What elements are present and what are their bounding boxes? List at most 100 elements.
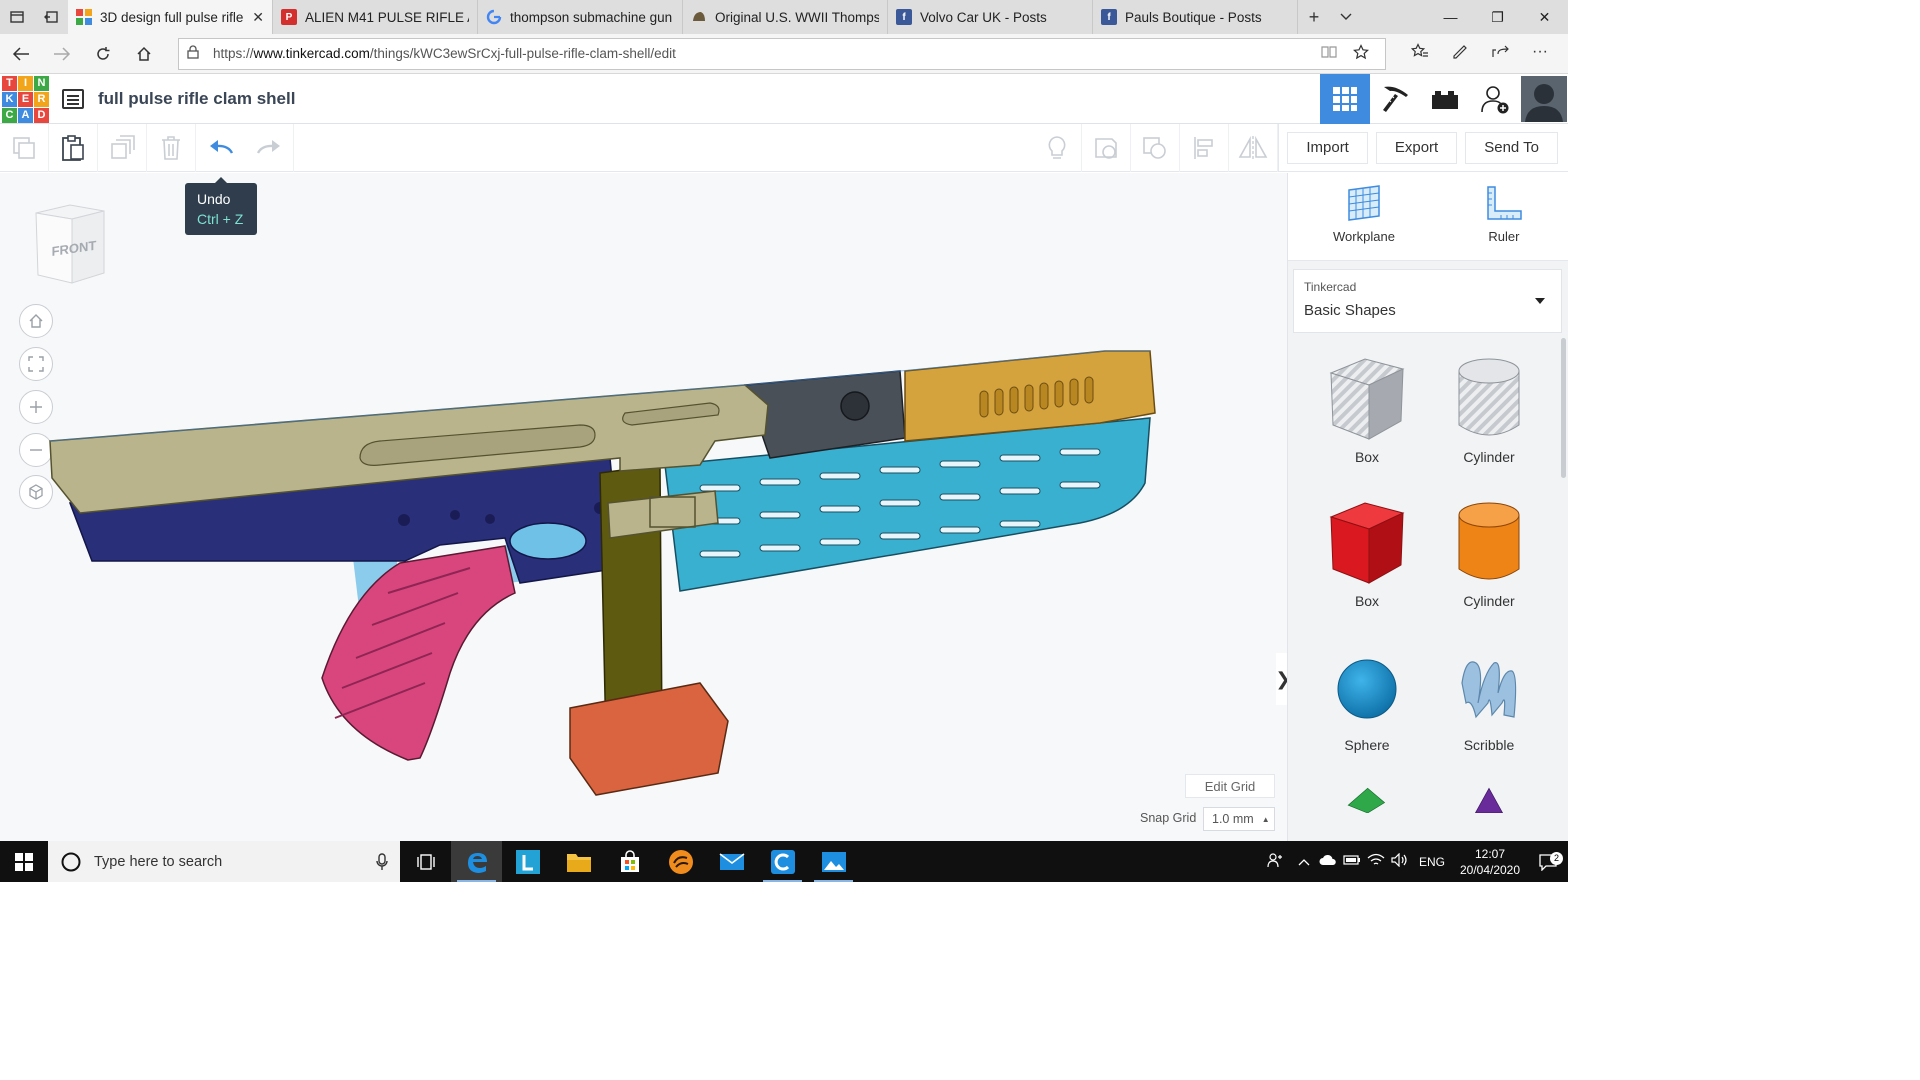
edit-grid-button[interactable]: Edit Grid [1185, 774, 1275, 798]
align-button[interactable] [1180, 123, 1230, 172]
favorites-icon[interactable] [1400, 43, 1440, 64]
share-icon[interactable] [1480, 43, 1520, 64]
lock-icon[interactable] [187, 45, 207, 62]
paste-button[interactable] [49, 123, 98, 172]
taskbar-edge[interactable] [451, 841, 502, 882]
home-icon[interactable] [123, 34, 164, 74]
bricks-button[interactable] [1420, 74, 1470, 124]
group-button[interactable] [1082, 123, 1132, 172]
trigger-guard-opening [509, 522, 587, 560]
mail-icon [719, 852, 744, 870]
import-button[interactable]: Import [1287, 131, 1368, 164]
taskbar-app-l[interactable] [502, 841, 553, 882]
edit-toolbar: Import Export Send To [0, 123, 1568, 172]
panel-scrollbar[interactable] [1561, 338, 1566, 478]
taskbar-store[interactable] [604, 841, 655, 882]
delete-button[interactable] [147, 123, 196, 172]
shape-box-hole[interactable]: Box [1306, 347, 1428, 491]
back-icon[interactable] [0, 34, 41, 74]
panel-tools: Workplane Ruler [1288, 173, 1568, 261]
refresh-icon[interactable] [82, 34, 123, 74]
send-to-button[interactable]: Send To [1465, 131, 1558, 164]
scribble-icon [1461, 661, 1517, 719]
url-field[interactable]: https://www.tinkercad.com/things/kWC3ewS… [178, 37, 1386, 70]
tab-volvo-facebook[interactable]: f Volvo Car UK - Posts [888, 0, 1093, 34]
taskbar-cura[interactable] [757, 841, 808, 882]
wifi-icon[interactable] [1364, 853, 1388, 870]
shape-roof[interactable] [1306, 779, 1428, 819]
snap-grid-select[interactable]: 1.0 mm ▲ [1203, 807, 1275, 831]
taskbar-search-box[interactable]: Type here to search [48, 841, 400, 882]
magazine-base-part[interactable] [569, 682, 729, 796]
shape-cylinder-hole[interactable]: Cylinder [1428, 347, 1550, 491]
volume-icon[interactable] [1388, 852, 1412, 870]
export-button[interactable]: Export [1375, 131, 1458, 164]
close-tab-icon[interactable]: ✕ [252, 9, 264, 26]
tinkercad-logo[interactable]: T I N K E R C A D [2, 75, 49, 123]
tab-set-aside-icon[interactable] [0, 0, 34, 34]
reading-view-icon[interactable] [1313, 45, 1345, 62]
group-icon [1095, 137, 1118, 159]
tab-google-search[interactable]: thompson submachine gun [478, 0, 683, 34]
collapse-panel-button[interactable]: ❯ [1275, 653, 1287, 705]
pen-notes-icon[interactable] [1440, 43, 1480, 64]
shape-scribble[interactable]: Scribble [1428, 635, 1550, 779]
invite-user-button[interactable] [1470, 74, 1520, 124]
close-window-icon[interactable]: ✕ [1521, 0, 1568, 34]
chevron-down-icon [1535, 298, 1545, 304]
google-favicon-icon [486, 9, 502, 25]
tabs-back-icon[interactable] [34, 0, 68, 34]
notes-button[interactable] [1033, 123, 1083, 172]
taskbar-app-orange[interactable] [655, 841, 706, 882]
blocks-button[interactable] [1370, 74, 1420, 124]
more-icon[interactable]: ··· [1520, 43, 1560, 64]
cloud-icon[interactable] [1316, 854, 1340, 869]
people-icon[interactable] [1258, 852, 1292, 871]
chevron-up-icon[interactable] [1292, 854, 1316, 869]
redo-button[interactable] [245, 123, 294, 172]
mirror-button[interactable] [1229, 123, 1279, 172]
maximize-icon[interactable]: ❐ [1474, 0, 1521, 34]
design-list-icon[interactable] [62, 88, 84, 109]
taskbar-file-explorer[interactable] [553, 841, 604, 882]
tab-pauls-boutique[interactable]: f Pauls Boutique - Posts [1093, 0, 1298, 34]
system-clock[interactable]: 12:07 20/04/2020 [1452, 846, 1528, 878]
battery-icon[interactable] [1340, 854, 1364, 869]
ruler-tool[interactable]: Ruler [1485, 185, 1523, 260]
workplane-tool[interactable]: Workplane [1333, 185, 1395, 260]
action-center-button[interactable]: 2 [1528, 851, 1568, 871]
undo-button[interactable] [196, 124, 245, 172]
3d-view-button[interactable] [1320, 73, 1370, 124]
forward-icon[interactable] [41, 34, 82, 74]
avatar[interactable] [1520, 74, 1568, 124]
duplicate-button[interactable] [98, 123, 147, 172]
input-language[interactable]: ENG [1412, 855, 1452, 869]
tinkercad-favicon-icon [76, 9, 92, 25]
shape-pyramid[interactable] [1428, 779, 1550, 819]
tab-thompson[interactable]: Original U.S. WWII Thompso [683, 0, 888, 34]
new-tab-icon[interactable]: + [1298, 0, 1330, 34]
shape-cylinder[interactable]: Cylinder [1428, 491, 1550, 635]
microphone-icon[interactable] [376, 852, 388, 871]
task-view-button[interactable] [400, 841, 451, 882]
pulse-rifle-model[interactable] [0, 173, 1287, 841]
folder-icon [566, 853, 591, 872]
shape-library-select[interactable]: Tinkercad Basic Shapes [1293, 269, 1562, 333]
tab-alien-pdf[interactable]: P ALIEN M41 PULSE RIFLE AS [273, 0, 478, 34]
app-header: T I N K E R C A D full pulse rifle clam … [0, 73, 1568, 124]
tab-tinkercad[interactable]: 3D design full pulse rifle ✕ [68, 0, 273, 34]
taskbar-photos[interactable] [808, 841, 859, 882]
ungroup-button[interactable] [1131, 123, 1181, 172]
start-button[interactable] [0, 841, 48, 882]
taskbar-mail[interactable] [706, 841, 757, 882]
3d-workplane-viewport[interactable]: FRONT Edit Grid Snap Grid 1.0 mm ▲ [0, 173, 1287, 841]
shape-box[interactable]: Box [1306, 491, 1428, 635]
chevron-down-icon[interactable] [1330, 0, 1362, 34]
minimize-icon[interactable]: — [1427, 0, 1474, 34]
copy-button[interactable] [0, 123, 49, 172]
shape-sphere[interactable]: Sphere [1306, 635, 1428, 779]
tab-title: Volvo Car UK - Posts [920, 9, 1047, 25]
favorite-star-icon[interactable] [1345, 44, 1377, 63]
grip-part[interactable] [321, 545, 516, 761]
design-title[interactable]: full pulse rifle clam shell [98, 89, 295, 109]
